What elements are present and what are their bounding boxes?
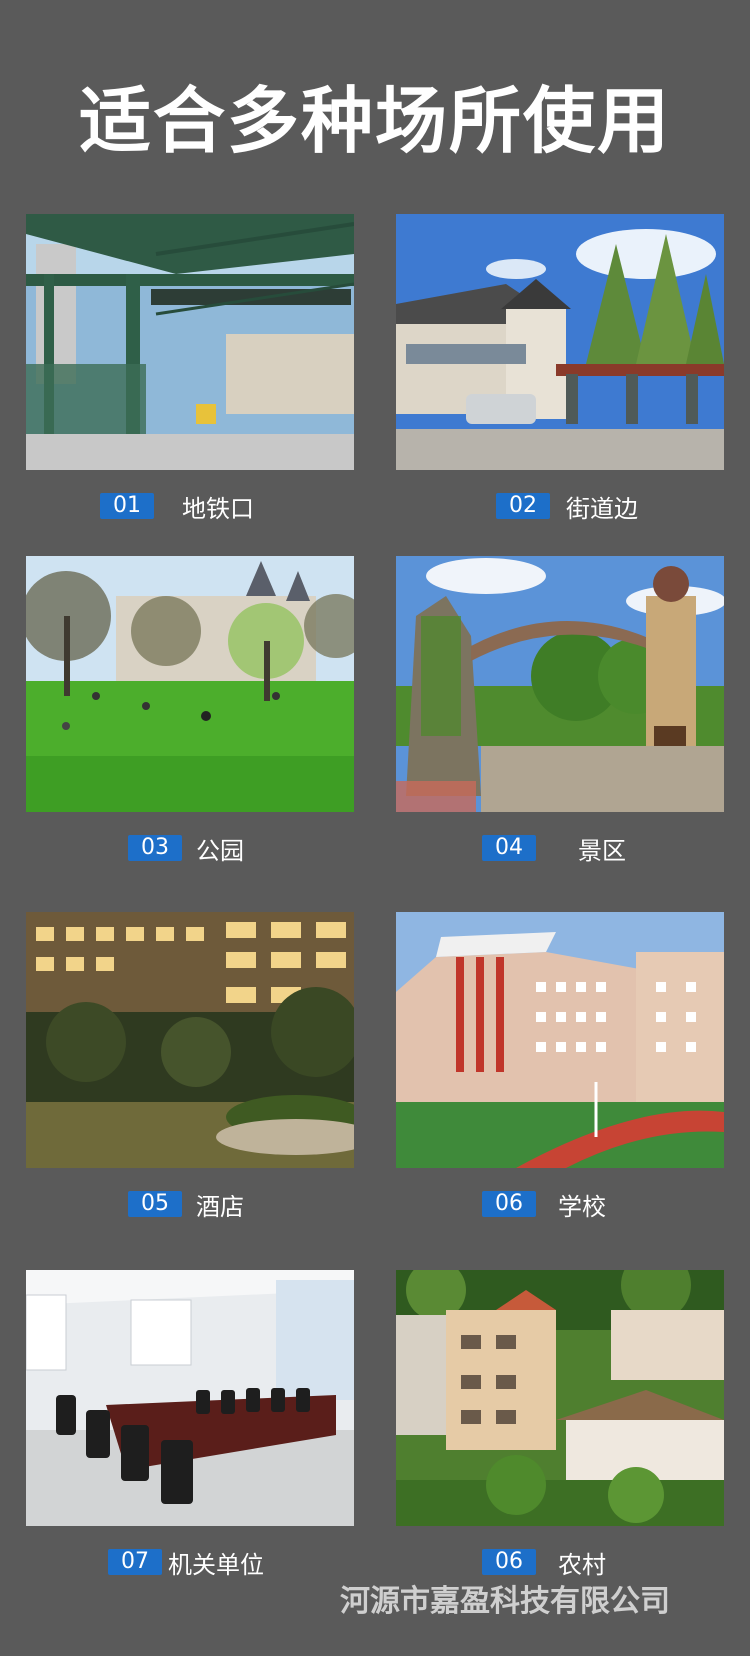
- street-side-photo: [396, 214, 724, 470]
- caption-07: 07 机关单位: [108, 1548, 264, 1579]
- place-label: 农村: [558, 1550, 606, 1579]
- caption-02: 02 街道边: [496, 492, 638, 523]
- badge-number: 01: [100, 493, 154, 519]
- page-title: 适合多种场所使用: [78, 79, 671, 163]
- badge-number: 03: [128, 835, 182, 861]
- badge-number: 02: [496, 493, 550, 519]
- scenic-area-gate-photo: [396, 556, 724, 812]
- place-label: 景区: [578, 836, 626, 865]
- caption-01: 01 地铁口: [100, 492, 254, 523]
- subway-entrance-photo: [26, 214, 354, 470]
- badge-number: 04: [482, 835, 536, 861]
- village-houses-photo: [396, 1270, 724, 1526]
- caption-04: 04 景区: [482, 834, 626, 865]
- caption-08: 06 农村: [482, 1548, 606, 1579]
- caption-05: 05 酒店: [128, 1190, 244, 1221]
- place-label: 地铁口: [182, 494, 254, 523]
- caption-03: 03 公园: [128, 834, 244, 865]
- place-label: 酒店: [196, 1192, 244, 1221]
- badge-number: 05: [128, 1191, 182, 1217]
- place-label: 街道边: [566, 494, 638, 523]
- school-building-photo: [396, 912, 724, 1168]
- badge-number: 07: [108, 1549, 162, 1575]
- badge-number: 06: [482, 1191, 536, 1217]
- badge-number: 06: [482, 1549, 536, 1575]
- park-photo: [26, 556, 354, 812]
- place-label: 学校: [558, 1192, 606, 1221]
- place-label: 公园: [196, 836, 244, 865]
- hotel-night-photo: [26, 912, 354, 1168]
- caption-06: 06 学校: [482, 1190, 606, 1221]
- place-label: 机关单位: [168, 1550, 264, 1579]
- meeting-room-photo: [26, 1270, 354, 1526]
- company-watermark: 河源市嘉盈科技有限公司: [340, 1584, 670, 1619]
